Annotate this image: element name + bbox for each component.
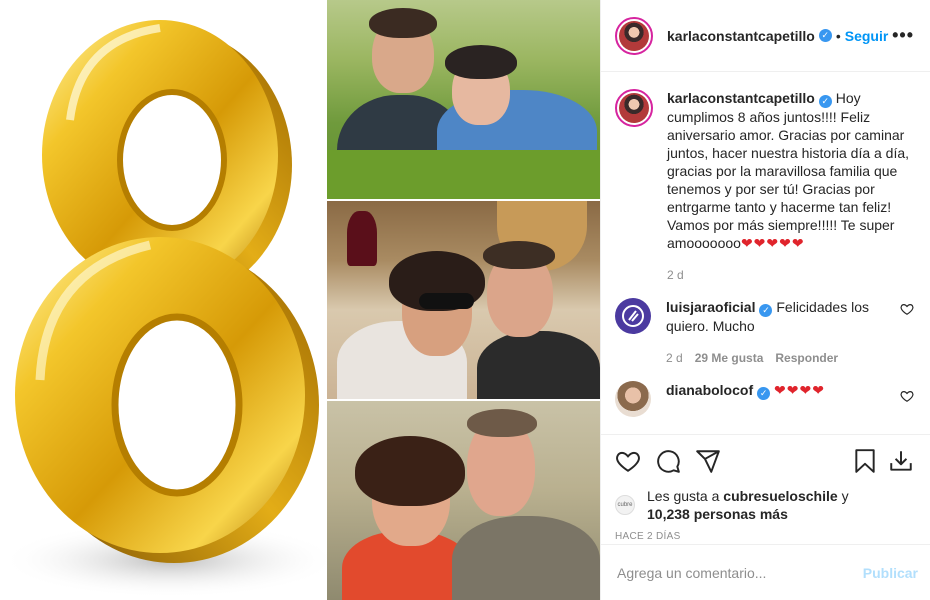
comment-like-heart-icon[interactable] <box>900 302 914 316</box>
commenter-avatar[interactable] <box>615 381 651 417</box>
comment-hearts: ❤❤❤❤ <box>774 382 825 398</box>
heart-icon[interactable] <box>615 448 641 474</box>
comment-item: dianabolocof ✓ ❤❤❤❤ <box>615 381 914 417</box>
author-avatar[interactable] <box>615 16 653 55</box>
likes-count[interactable]: 10,238 personas más <box>647 506 788 522</box>
share-icon[interactable] <box>695 448 721 474</box>
comment-likes[interactable]: 29 Me gusta <box>695 349 764 367</box>
comment-item: luisjaraoficial ✓ Felicidades los quiero.… <box>615 298 914 367</box>
verified-icon: ✓ <box>757 387 771 400</box>
post-media[interactable] <box>0 0 600 600</box>
post-side-panel: karlaconstantcapetillo ✓ • Seguir ••• ka… <box>600 0 930 600</box>
comment-username[interactable]: dianabolocof <box>666 382 753 398</box>
caption-avatar[interactable] <box>615 89 653 127</box>
bookmark-icon[interactable] <box>852 448 878 474</box>
header-dot: • <box>835 27 841 44</box>
photo-couple-sunglasses <box>327 201 600 399</box>
post-header: karlaconstantcapetillo ✓ • Seguir ••• <box>601 0 930 72</box>
more-icon[interactable]: ••• <box>892 25 914 46</box>
post-modal: karlaconstantcapetillo ✓ • Seguir ••• ka… <box>0 0 930 600</box>
publish-button[interactable]: Publicar <box>863 565 918 581</box>
comment-time[interactable]: 2 d <box>666 349 683 367</box>
caption-text: Hoy cumplimos 8 años juntos!!!! Feliz an… <box>667 90 910 251</box>
caption-time[interactable]: 2 d <box>667 266 684 284</box>
liker-avatar[interactable]: cubre <box>615 495 635 515</box>
caption-username[interactable]: karlaconstantcapetillo <box>667 90 815 106</box>
liker-username[interactable]: cubresueloschile <box>723 488 837 504</box>
caption: karlaconstantcapetillo ✓ Hoy cumplimos 8 … <box>615 89 914 284</box>
comment-like-heart-icon[interactable] <box>900 389 914 403</box>
reply-button[interactable]: Responder <box>775 349 838 367</box>
add-comment-bar: Publicar <box>601 544 930 600</box>
post-time-ago[interactable]: HACE 2 DÍAS <box>615 531 914 542</box>
likes-joiner: y <box>841 488 849 504</box>
comment-username[interactable]: luisjaraoficial <box>666 299 755 315</box>
follow-button[interactable]: Seguir <box>845 28 889 44</box>
likes-prefix: Les gusta a <box>647 488 720 504</box>
comment-input[interactable] <box>617 564 863 581</box>
comment-icon[interactable] <box>655 448 681 474</box>
verified-icon: ✓ <box>818 29 832 42</box>
post-actions: cubre Les gusta a cubresueloschile y 10,… <box>601 434 930 542</box>
golden-eight-graphic <box>0 20 340 598</box>
verified-icon: ✓ <box>759 304 773 317</box>
likes-summary: cubre Les gusta a cubresueloschile y 10,… <box>615 487 914 523</box>
verified-icon: ✓ <box>818 95 832 108</box>
author-username[interactable]: karlaconstantcapetillo <box>667 28 815 44</box>
comments-list[interactable]: karlaconstantcapetillo ✓ Hoy cumplimos 8 … <box>601 73 930 433</box>
commenter-avatar[interactable] <box>615 298 651 334</box>
caption-hearts: ❤❤❤❤❤ <box>740 235 805 251</box>
photo-couple-smiling <box>327 401 600 600</box>
golden-eight-image <box>0 0 340 600</box>
photo-couple-grass <box>327 0 600 199</box>
commenter-logo-icon <box>622 305 644 327</box>
download-icon[interactable] <box>888 448 914 474</box>
